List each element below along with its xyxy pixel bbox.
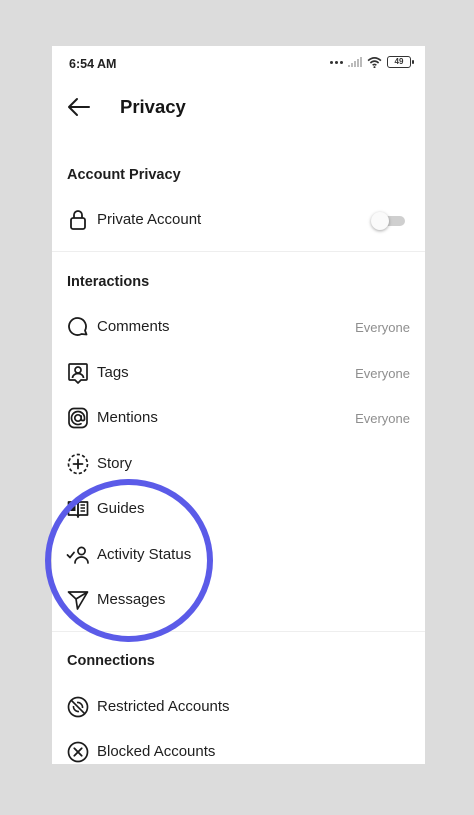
messages-label: Messages: [97, 591, 166, 608]
mentions-label: Mentions: [97, 409, 158, 426]
activity-status-row[interactable]: Activity Status: [52, 535, 425, 575]
activity-status-icon: [66, 546, 89, 564]
guides-label: Guides: [97, 500, 145, 517]
status-time: 6:54 AM: [69, 57, 117, 71]
comment-icon: [68, 317, 88, 336]
section-title-connections: Connections: [67, 653, 155, 669]
comments-label: Comments: [97, 318, 170, 335]
divider: [52, 631, 425, 632]
mentions-value: Everyone: [355, 411, 410, 426]
lock-icon: [70, 210, 86, 230]
story-label: Story: [97, 455, 133, 472]
guides-row[interactable]: Guides: [52, 489, 425, 529]
mentions-row[interactable]: Mentions Everyone: [52, 398, 425, 438]
guides-icon: [67, 501, 89, 518]
restricted-accounts-row[interactable]: Restricted Accounts: [52, 687, 425, 727]
private-account-row[interactable]: Private Account: [52, 200, 425, 240]
page-title: Privacy: [120, 96, 186, 117]
tags-value: Everyone: [355, 366, 410, 381]
phone-screen: 6:54 AM 49 Privacy Account Privacy Priva…: [52, 46, 425, 764]
battery-icon: 49: [387, 56, 414, 68]
story-row[interactable]: Story: [52, 444, 425, 484]
status-icons: 49: [330, 56, 414, 68]
back-arrow-icon[interactable]: [66, 94, 92, 120]
private-account-label: Private Account: [97, 211, 202, 228]
toggle-knob: [371, 212, 389, 230]
messages-row[interactable]: Messages: [52, 580, 425, 620]
private-account-toggle[interactable]: [371, 212, 405, 230]
status-bar: 6:54 AM 49: [52, 46, 425, 82]
tags-label: Tags: [97, 364, 129, 381]
comments-row[interactable]: Comments Everyone: [52, 307, 425, 347]
more-dots-icon: [330, 60, 343, 64]
section-title-interactions: Interactions: [67, 274, 150, 290]
blocked-accounts-label: Blocked Accounts: [97, 743, 216, 760]
section-title-account-privacy: Account Privacy: [67, 167, 181, 183]
at-icon: [68, 407, 88, 429]
story-add-icon: [67, 453, 89, 475]
restricted-accounts-label: Restricted Accounts: [97, 698, 230, 715]
activity-status-label: Activity Status: [97, 546, 192, 563]
divider: [52, 251, 425, 252]
wifi-icon: [367, 56, 382, 68]
signal-icon: [348, 57, 362, 67]
header: Privacy: [52, 82, 425, 132]
tags-row[interactable]: Tags Everyone: [52, 353, 425, 393]
blocked-accounts-row[interactable]: Blocked Accounts: [52, 732, 425, 764]
blocked-icon: [67, 741, 89, 763]
comments-value: Everyone: [355, 320, 410, 335]
tag-icon: [68, 363, 88, 384]
send-icon: [67, 591, 89, 610]
restricted-icon: [67, 696, 89, 718]
